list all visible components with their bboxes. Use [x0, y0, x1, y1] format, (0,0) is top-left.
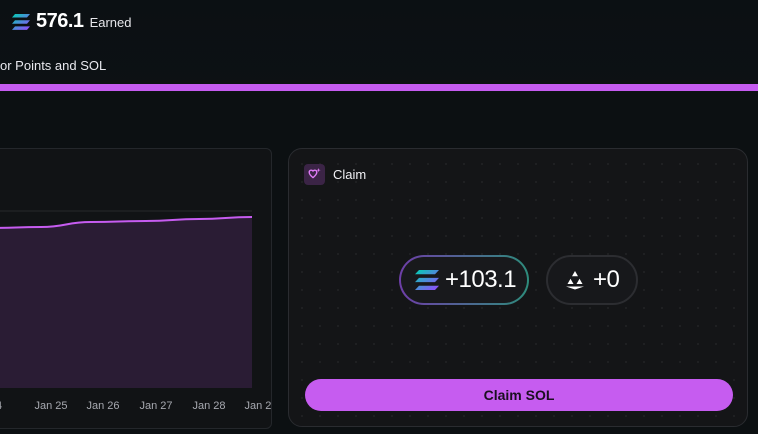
triangle-points-icon — [563, 270, 587, 290]
solana-icon — [415, 270, 439, 290]
points-reward-pill: +0 — [546, 255, 638, 305]
earned-value: 576.1 — [36, 10, 84, 32]
earned-label: Earned — [89, 15, 132, 30]
chart-card: 4 Jan 25 Jan 26 Jan 27 Jan 28 Jan 29 — [0, 148, 272, 429]
progress-fill — [0, 84, 758, 91]
area-fill — [0, 217, 252, 388]
x-tick-label: Jan 25 — [34, 400, 67, 412]
top-bar: 576.1 Earned or Points and SOL — [0, 0, 758, 92]
claim-sol-button[interactable]: Claim SOL — [305, 379, 733, 411]
x-tick-label: 4 — [0, 400, 2, 412]
sol-reward-pill: +103.1 — [399, 255, 529, 305]
x-tick-label: Jan 29 — [244, 400, 271, 412]
area-chart: 4 Jan 25 Jan 26 Jan 27 Jan 28 Jan 29 — [0, 210, 271, 412]
subtitle: or Points and SOL — [0, 58, 107, 73]
points-amount: +0 — [593, 266, 620, 293]
solana-icon — [12, 14, 30, 35]
heart-sparkle-icon — [304, 164, 325, 185]
sol-amount: +103.1 — [445, 266, 517, 293]
claim-card: Claim +103.1 +0 Claim SOL — [288, 148, 748, 427]
x-tick-label: Jan 28 — [192, 400, 225, 412]
x-tick-label: Jan 26 — [86, 400, 119, 412]
claim-title: Claim — [333, 167, 367, 182]
earned-summary: 576.1 Earned — [12, 10, 131, 33]
claim-header: Claim — [304, 164, 366, 185]
progress-bar — [0, 84, 758, 91]
x-tick-label: Jan 27 — [139, 400, 172, 412]
